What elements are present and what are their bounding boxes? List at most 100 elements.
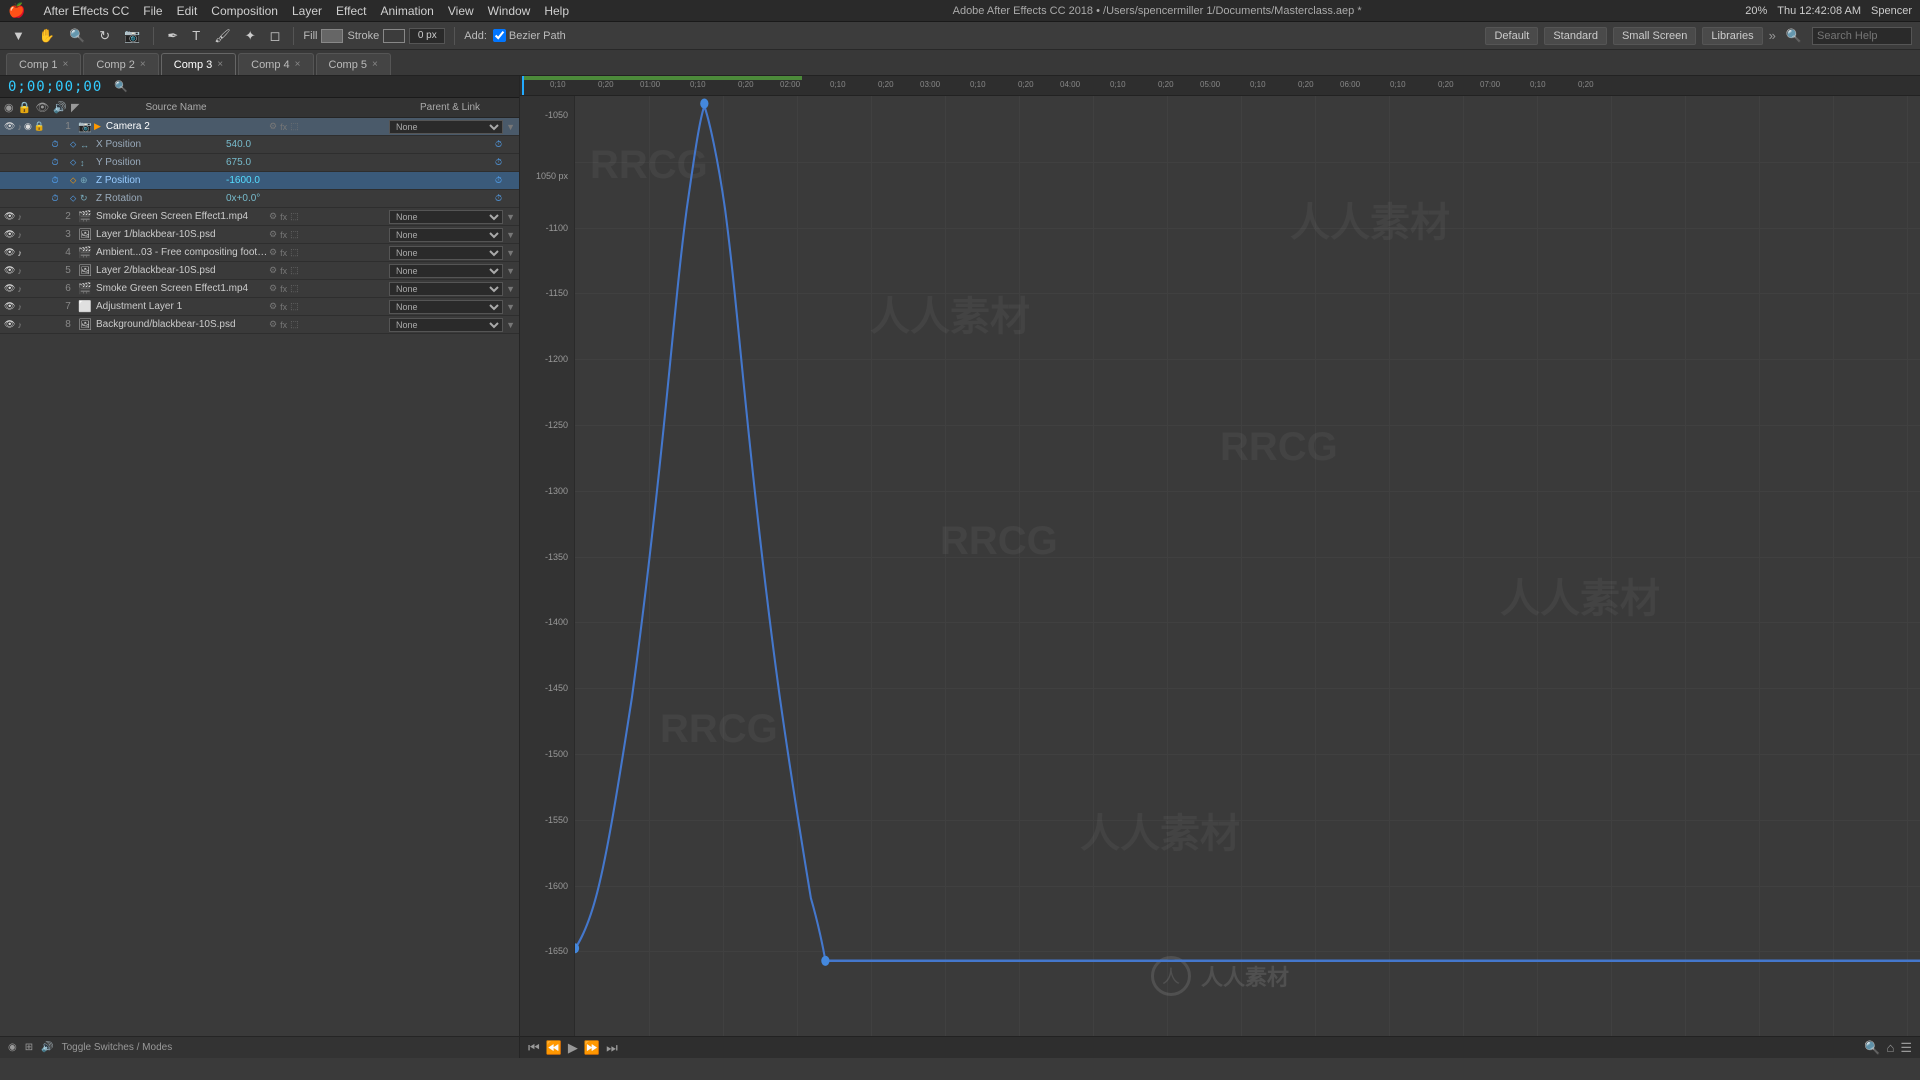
parent-select-5[interactable]: None bbox=[389, 264, 503, 278]
hide-icon[interactable]: 👁 bbox=[35, 101, 49, 114]
parent-select-3[interactable]: None bbox=[389, 228, 503, 242]
expand-arrow[interactable]: ▶ bbox=[94, 121, 101, 132]
stamp-tool[interactable]: ✦ bbox=[241, 26, 260, 46]
search-button[interactable]: 🔍 bbox=[1782, 26, 1806, 46]
sw2-1[interactable]: ⚙ bbox=[269, 211, 277, 222]
sw8-2[interactable]: ⬚ bbox=[290, 319, 299, 330]
stroke-color-swatch[interactable] bbox=[383, 29, 405, 43]
workspace-default[interactable]: Default bbox=[1485, 27, 1538, 45]
vis-6[interactable]: 👁 bbox=[4, 283, 15, 294]
layer-row-smoke1[interactable]: 👁 ♪ 2 🎬 Smoke Green Screen Effect1.mp4 ⚙… bbox=[0, 208, 519, 226]
audio-icon[interactable]: 🔊 bbox=[53, 101, 67, 114]
lock-icon[interactable]: 🔒 bbox=[18, 101, 32, 114]
parent-arrow-7[interactable]: ▼ bbox=[506, 302, 515, 312]
graph-area[interactable]: -1050 1050 px -1100 -1150 -1200 -1250 -1… bbox=[520, 96, 1920, 1036]
apple-menu[interactable]: 🍎 bbox=[8, 2, 25, 19]
zrot-stopwatch[interactable]: ⏱ bbox=[495, 193, 515, 204]
layer-row-background[interactable]: 👁 ♪ 8 🖼 Background/blackbear-10S.psd ⚙ f… bbox=[0, 316, 519, 334]
sw3-1[interactable]: ⚙ bbox=[269, 229, 277, 240]
layer-row-ambient[interactable]: 👁 ♪ 4 🎬 Ambient...03 - Free compositing … bbox=[0, 244, 519, 262]
graph-zoom-fit[interactable]: 🔍 bbox=[1864, 1040, 1880, 1056]
graph-settings[interactable]: ☰ bbox=[1900, 1040, 1912, 1056]
xpos-stopwatch[interactable]: ⏱ bbox=[495, 139, 515, 150]
sw7-2[interactable]: ⬚ bbox=[290, 301, 299, 312]
sw6-1[interactable]: ⚙ bbox=[269, 283, 277, 294]
prop-value-zpos[interactable]: -1600.0 bbox=[226, 175, 260, 186]
toggle-switches-label[interactable]: Toggle Switches / Modes bbox=[62, 1042, 173, 1053]
tab-comp3[interactable]: Comp 3 × bbox=[161, 53, 236, 75]
panel-icon-1[interactable]: ◉ bbox=[8, 1042, 17, 1053]
brush-tool[interactable]: 🖌 bbox=[210, 26, 235, 46]
workspace-small-screen[interactable]: Small Screen bbox=[1613, 27, 1696, 45]
tab-comp1-close[interactable]: × bbox=[63, 59, 69, 70]
tab-comp3-close[interactable]: × bbox=[217, 59, 223, 70]
workspace-libraries[interactable]: Libraries bbox=[1702, 27, 1762, 45]
sw4-fx[interactable]: fx bbox=[280, 248, 287, 258]
sw2-2[interactable]: ⬚ bbox=[290, 211, 299, 222]
menu-help[interactable]: Help bbox=[544, 4, 569, 18]
solo-layer-icon[interactable]: ◉ bbox=[24, 121, 32, 132]
aud-4[interactable]: ♪ bbox=[17, 248, 22, 258]
fill-color-swatch[interactable] bbox=[321, 29, 343, 43]
prop-row-xpos[interactable]: ⏱ ⬦ ↔ X Position 540.0 ⏱ bbox=[0, 136, 519, 154]
bezier-checkbox[interactable] bbox=[493, 29, 506, 42]
graph-play-btn[interactable]: ⏮ bbox=[528, 1040, 540, 1056]
vis-8[interactable]: 👁 bbox=[4, 319, 15, 330]
timeline-ruler[interactable]: 0;10 0;20 01:00 0;10 0;20 02:00 0;10 0;2… bbox=[520, 76, 1920, 96]
vis-5[interactable]: 👁 bbox=[4, 265, 15, 276]
prop-value-xpos[interactable]: 540.0 bbox=[226, 139, 251, 150]
tab-comp5[interactable]: Comp 5 × bbox=[316, 53, 391, 75]
aud-5[interactable]: ♪ bbox=[17, 266, 22, 276]
aud-8[interactable]: ♪ bbox=[17, 320, 22, 330]
parent-select-camera2[interactable]: None bbox=[389, 120, 503, 134]
prop-stopwatch-zpos[interactable]: ⏱ bbox=[40, 175, 70, 186]
keyframe-end-1[interactable] bbox=[821, 956, 829, 966]
tab-comp5-close[interactable]: × bbox=[372, 59, 378, 70]
workspace-overflow[interactable]: » bbox=[1769, 28, 1776, 43]
panel-icon-2[interactable]: ⊞ bbox=[25, 1042, 33, 1053]
solo-icon[interactable]: ◉ bbox=[4, 101, 14, 114]
parent-arrow-3[interactable]: ▼ bbox=[506, 230, 515, 240]
tab-comp2[interactable]: Comp 2 × bbox=[83, 53, 158, 75]
sw3-fx[interactable]: fx bbox=[280, 230, 287, 240]
timecode[interactable]: 0;00;00;00 bbox=[8, 79, 102, 95]
aud-7[interactable]: ♪ bbox=[17, 302, 22, 312]
collapse-icon[interactable]: ◤ bbox=[71, 101, 79, 114]
text-tool[interactable]: T bbox=[188, 26, 204, 45]
parent-select-2[interactable]: None bbox=[389, 210, 503, 224]
sw4-1[interactable]: ⚙ bbox=[269, 247, 277, 258]
sw5-1[interactable]: ⚙ bbox=[269, 265, 277, 276]
graph-play[interactable]: ▶ bbox=[568, 1040, 578, 1056]
prop-row-ypos[interactable]: ⏱ ⬦ ↕ Y Position 675.0 ⏱ bbox=[0, 154, 519, 172]
prop-value-zrot[interactable]: 0x+0.0° bbox=[226, 193, 260, 204]
vis-4[interactable]: 👁 bbox=[4, 247, 15, 258]
aud-smoke1[interactable]: ♪ bbox=[17, 212, 22, 222]
menu-animation[interactable]: Animation bbox=[380, 4, 433, 18]
menu-effect[interactable]: Effect bbox=[336, 4, 366, 18]
layer-row-blackbear2[interactable]: 👁 ♪ 5 🖼 Layer 2/blackbear-10S.psd ⚙ fx ⬚… bbox=[0, 262, 519, 280]
search-help-input[interactable] bbox=[1812, 27, 1912, 45]
aud-6[interactable]: ♪ bbox=[17, 284, 22, 294]
sw6-fx[interactable]: fx bbox=[280, 284, 287, 294]
stroke-width-input[interactable] bbox=[409, 28, 445, 44]
playhead[interactable] bbox=[522, 76, 524, 95]
ypos-stopwatch[interactable]: ⏱ bbox=[495, 157, 515, 168]
vis-7[interactable]: 👁 bbox=[4, 301, 15, 312]
tab-comp4-close[interactable]: × bbox=[295, 59, 301, 70]
hand-tool[interactable]: ✋ bbox=[35, 26, 59, 46]
graph-home[interactable]: ⌂ bbox=[1886, 1040, 1894, 1055]
parent-arrow-6[interactable]: ▼ bbox=[506, 284, 515, 294]
vis-smoke1[interactable]: 👁 bbox=[4, 211, 15, 222]
prop-stopwatch-xpos[interactable]: ⏱ bbox=[40, 139, 70, 150]
layer-row-adjustment[interactable]: 👁 ♪ 7 ⬜ Adjustment Layer 1 ⚙ fx ⬚ None ▼ bbox=[0, 298, 519, 316]
sw8-fx[interactable]: fx bbox=[280, 320, 287, 330]
sw7-fx[interactable]: fx bbox=[280, 302, 287, 312]
prop-value-ypos[interactable]: 675.0 bbox=[226, 157, 251, 168]
sw2[interactable]: fx bbox=[280, 122, 287, 132]
lock-layer-icon[interactable]: 🔒 bbox=[34, 121, 45, 132]
prop-row-zpos[interactable]: ⏱ ⬦ ⊕ Z Position -1600.0 ⏱ bbox=[0, 172, 519, 190]
camera-tool[interactable]: 📷 bbox=[120, 26, 144, 46]
rotate-tool[interactable]: ↻ bbox=[95, 26, 114, 46]
menu-ae[interactable]: After Effects CC bbox=[43, 4, 129, 18]
workspace-standard[interactable]: Standard bbox=[1544, 27, 1607, 45]
